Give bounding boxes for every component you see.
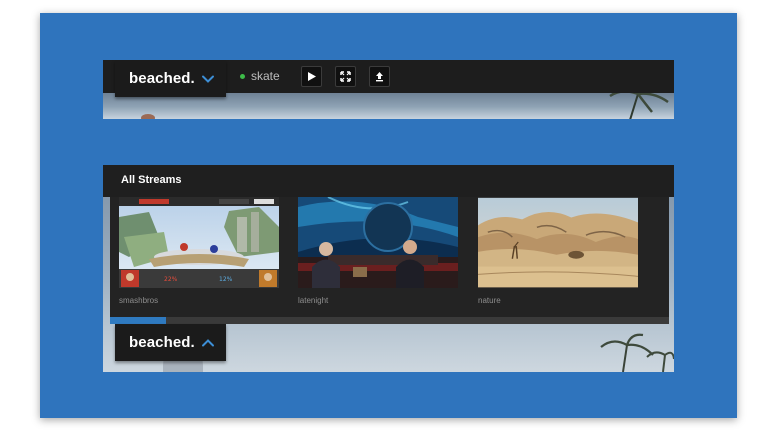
chevron-down-icon: [201, 75, 214, 83]
stream-thumbnail[interactable]: [298, 197, 460, 288]
play-button[interactable]: [301, 66, 322, 87]
fullscreen-icon: [340, 71, 351, 82]
stream-status: skate: [240, 69, 280, 83]
streams-scrollbar[interactable]: [110, 317, 669, 324]
play-icon: [308, 72, 316, 81]
panel-title: All Streams: [121, 174, 182, 186]
player-card: skate beached.: [103, 60, 674, 119]
latenight-thumbnail: [298, 197, 458, 288]
chevron-up-icon: [201, 338, 214, 346]
streams-overlay: All Streams 22% 12% smashbros latenight …: [103, 165, 674, 372]
nature-thumbnail: [478, 197, 638, 288]
stream-label[interactable]: smashbros: [119, 296, 158, 305]
svg-text:22%: 22%: [164, 276, 178, 283]
stream-label[interactable]: nature: [478, 296, 501, 305]
stream-label[interactable]: latenight: [298, 296, 328, 305]
smashbros-thumbnail: 22% 12%: [119, 197, 279, 288]
stream-thumbnail[interactable]: 22% 12%: [119, 197, 279, 288]
live-indicator: [240, 73, 245, 79]
upload-icon: [376, 72, 383, 82]
svg-text:12%: 12%: [219, 276, 233, 283]
streams-grid: 22% 12% smashbros latenight nature: [110, 197, 669, 324]
brand-logo: beached.: [129, 70, 195, 87]
current-stream-name: skate: [251, 69, 280, 83]
brand-logo: beached.: [129, 334, 195, 351]
scrollbar-thumb[interactable]: [110, 317, 166, 324]
upload-button[interactable]: [369, 66, 390, 87]
fullscreen-button[interactable]: [335, 66, 356, 87]
brand-menu-collapse[interactable]: beached.: [115, 324, 226, 361]
stream-thumbnail[interactable]: [478, 197, 641, 288]
streams-header: All Streams: [103, 165, 674, 197]
brand-menu[interactable]: beached.: [115, 60, 226, 97]
